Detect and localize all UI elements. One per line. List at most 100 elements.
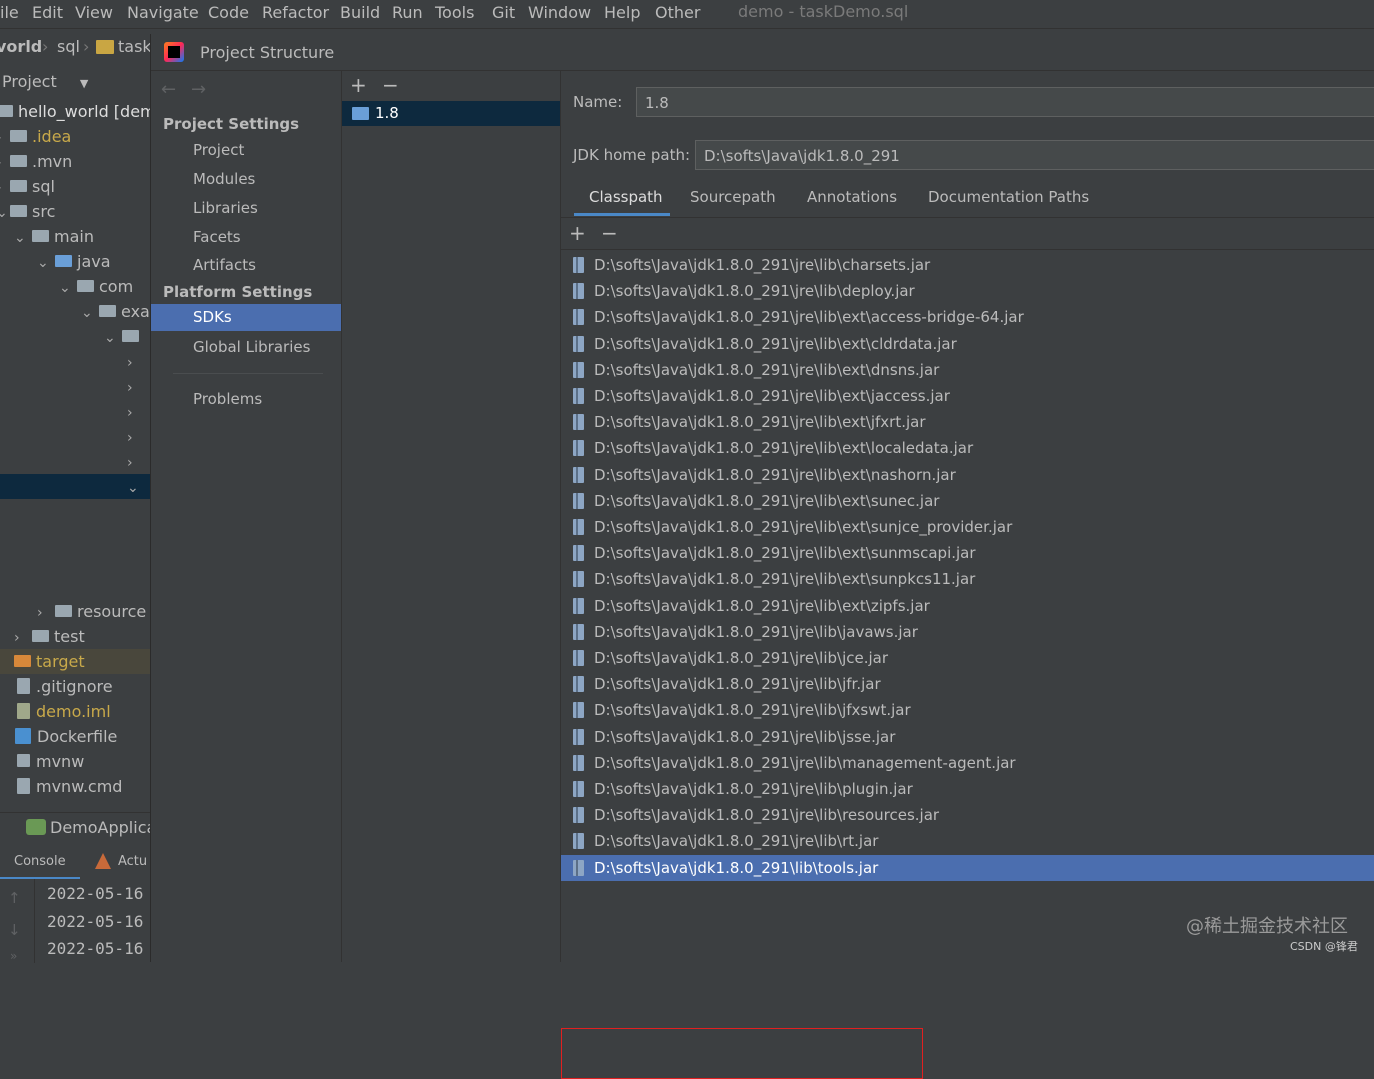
classpath-entry-label: D:\softs\Java\jdk1.8.0_291\lib\tools.jar — [594, 859, 879, 877]
classpath-entry-label: D:\softs\Java\jdk1.8.0_291\jre\lib\ext\c… — [594, 335, 957, 353]
classpath-entry[interactable]: D:\softs\Java\jdk1.8.0_291\jre\lib\javaw… — [561, 619, 1374, 645]
classpath-entry[interactable]: D:\softs\Java\jdk1.8.0_291\jre\lib\ext\d… — [561, 357, 1374, 383]
arrow-up-icon[interactable]: ↑ — [8, 889, 21, 907]
tree-item-exa[interactable]: ⌄ exa — [81, 299, 150, 324]
nav-item-sdks[interactable]: SDKs — [151, 304, 341, 331]
menu-code[interactable]: Code — [208, 3, 249, 22]
classpath-entry[interactable]: D:\softs\Java\jdk1.8.0_291\jre\lib\plugi… — [561, 776, 1374, 802]
classpath-entry[interactable]: D:\softs\Java\jdk1.8.0_291\jre\lib\jfxsw… — [561, 697, 1374, 723]
remove-classpath-button[interactable]: − — [601, 223, 618, 243]
add-classpath-button[interactable]: + — [569, 223, 586, 243]
tree-item-main[interactable]: ⌄ main — [14, 224, 94, 249]
tab-sourcepath[interactable]: Sourcepath — [690, 188, 776, 206]
tree-item-sql[interactable]: › sql — [0, 174, 55, 199]
classpath-entry[interactable]: D:\softs\Java\jdk1.8.0_291\jre\lib\jsse.… — [561, 724, 1374, 750]
tree-item-dockerfile[interactable]: Dockerfile — [15, 724, 117, 749]
tree-expand-toggle[interactable]: › — [127, 449, 141, 474]
nav-item-problems[interactable]: Problems — [151, 386, 341, 413]
tree-root-label: hello_world [demo — [18, 102, 150, 121]
menu-refactor[interactable]: Refactor — [262, 3, 329, 22]
classpath-entry[interactable]: D:\softs\Java\jdk1.8.0_291\jre\lib\manag… — [561, 750, 1374, 776]
tab-classpath[interactable]: Classpath — [589, 188, 663, 206]
tab-actuator[interactable]: Actu — [118, 854, 147, 869]
tree-item-mvnw-cmd[interactable]: mvnw.cmd — [17, 774, 122, 799]
menu-other[interactable]: Other — [655, 3, 700, 22]
breadcrumb-sql[interactable]: sql — [57, 37, 80, 56]
project-view-selector[interactable]: Project ▼ — [2, 69, 88, 94]
tree-item-src[interactable]: ⌄ src — [0, 199, 55, 224]
tree-selected-row[interactable]: ⌄ — [0, 474, 150, 499]
classpath-entry[interactable]: D:\softs\Java\jdk1.8.0_291\jre\lib\ext\s… — [561, 540, 1374, 566]
nav-item-facets[interactable]: Facets — [151, 224, 341, 251]
menu-build[interactable]: Build — [340, 3, 380, 22]
tree-item-mvnw[interactable]: mvnw — [17, 749, 84, 774]
nav-item-global-libraries[interactable]: Global Libraries — [151, 334, 341, 361]
classpath-entry[interactable]: D:\softs\Java\jdk1.8.0_291\jre\lib\jce.j… — [561, 645, 1374, 671]
tree-expand-toggle[interactable]: › — [127, 399, 141, 424]
menu-run[interactable]: Run — [392, 3, 423, 22]
classpath-entry[interactable]: D:\softs\Java\jdk1.8.0_291\lib\tools.jar — [561, 855, 1374, 881]
tree-item-mvn[interactable]: › .mvn — [0, 149, 72, 174]
nav-item-libraries[interactable]: Libraries — [151, 195, 341, 222]
nav-item-label: Global Libraries — [193, 338, 311, 356]
tree-expand-toggle[interactable]: › — [127, 374, 141, 399]
forward-arrow-icon[interactable]: → — [191, 79, 206, 100]
classpath-entry[interactable]: D:\softs\Java\jdk1.8.0_291\jre\lib\ext\j… — [561, 409, 1374, 435]
classpath-entry[interactable]: D:\softs\Java\jdk1.8.0_291\jre\lib\ext\l… — [561, 435, 1374, 461]
classpath-entry[interactable]: D:\softs\Java\jdk1.8.0_291\jre\lib\ext\s… — [561, 566, 1374, 592]
menu-tools[interactable]: Tools — [435, 3, 474, 22]
arrow-down-icon[interactable]: ↓ — [8, 921, 21, 939]
menu-edit[interactable]: Edit — [32, 3, 63, 22]
jdk-home-field[interactable]: D:\softs\Java\jdk1.8.0_291 — [695, 140, 1374, 170]
tree-item-target[interactable]: target — [0, 649, 150, 674]
breadcrumb-project[interactable]: vorld — [0, 37, 42, 56]
more-icon[interactable]: » — [10, 949, 17, 963]
tree-item-test[interactable]: › test — [14, 624, 85, 649]
remove-sdk-button[interactable]: − — [382, 75, 399, 95]
tree-expand-toggle[interactable]: › — [127, 424, 141, 449]
classpath-entry[interactable]: D:\softs\Java\jdk1.8.0_291\jre\lib\chars… — [561, 252, 1374, 278]
tab-console[interactable]: Console — [0, 847, 80, 879]
tree-item-idea[interactable]: › .idea — [0, 124, 71, 149]
tree-item-demo-iml[interactable]: demo.iml — [17, 699, 111, 724]
classpath-entry[interactable]: D:\softs\Java\jdk1.8.0_291\jre\lib\resou… — [561, 802, 1374, 828]
nav-item-label: Libraries — [193, 199, 258, 217]
breadcrumb-task[interactable]: task — [118, 37, 152, 56]
chevron-right-icon: › — [0, 176, 10, 201]
tree-item-gitignore[interactable]: .gitignore — [17, 674, 113, 699]
classpath-entry[interactable]: D:\softs\Java\jdk1.8.0_291\jre\lib\ext\j… — [561, 383, 1374, 409]
menu-navigate[interactable]: Navigate — [127, 3, 199, 22]
classpath-entry[interactable]: D:\softs\Java\jdk1.8.0_291\jre\lib\deplo… — [561, 278, 1374, 304]
jar-file-icon — [573, 781, 584, 797]
nav-item-artifacts[interactable]: Artifacts — [151, 252, 341, 279]
classpath-entry[interactable]: D:\softs\Java\jdk1.8.0_291\jre\lib\rt.ja… — [561, 828, 1374, 854]
run-config-name[interactable]: DemoApplica — [50, 818, 156, 837]
classpath-entry[interactable]: D:\softs\Java\jdk1.8.0_291\jre\lib\ext\c… — [561, 331, 1374, 357]
tree-item-com[interactable]: ⌄ com — [59, 274, 133, 299]
menu-window[interactable]: Window — [528, 3, 591, 22]
classpath-entry[interactable]: D:\softs\Java\jdk1.8.0_291\jre\lib\ext\s… — [561, 514, 1374, 540]
classpath-entry[interactable]: D:\softs\Java\jdk1.8.0_291\jre\lib\ext\z… — [561, 593, 1374, 619]
menu-file[interactable]: ile — [0, 3, 19, 22]
tab-annotations[interactable]: Annotations — [807, 188, 897, 206]
add-sdk-button[interactable]: + — [350, 75, 367, 95]
classpath-entry[interactable]: D:\softs\Java\jdk1.8.0_291\jre\lib\jfr.j… — [561, 671, 1374, 697]
classpath-entry[interactable]: D:\softs\Java\jdk1.8.0_291\jre\lib\ext\n… — [561, 462, 1374, 488]
name-field[interactable]: 1.8 — [636, 87, 1374, 117]
nav-item-modules[interactable]: Modules — [151, 166, 341, 193]
classpath-entry[interactable]: D:\softs\Java\jdk1.8.0_291\jre\lib\ext\s… — [561, 488, 1374, 514]
tree-expand-toggle[interactable]: › — [127, 349, 141, 374]
tree-item-java[interactable]: ⌄ java — [37, 249, 111, 274]
nav-item-project[interactable]: Project — [151, 137, 341, 164]
tree-root[interactable]: hello_world [demo — [0, 99, 150, 124]
classpath-entry[interactable]: D:\softs\Java\jdk1.8.0_291\jre\lib\ext\a… — [561, 304, 1374, 330]
tab-documentation-paths[interactable]: Documentation Paths — [928, 188, 1089, 206]
menu-help[interactable]: Help — [604, 3, 640, 22]
tab-console-label: Console — [14, 854, 66, 869]
menu-git[interactable]: Git — [492, 3, 515, 22]
tree-item-collapsed-package[interactable]: ⌄ — [104, 324, 144, 349]
menu-view[interactable]: View — [75, 3, 113, 22]
tree-item-resources[interactable]: › resource — [37, 599, 146, 624]
back-arrow-icon[interactable]: ← — [161, 79, 176, 100]
sdk-item[interactable]: 1.8 — [342, 101, 560, 126]
